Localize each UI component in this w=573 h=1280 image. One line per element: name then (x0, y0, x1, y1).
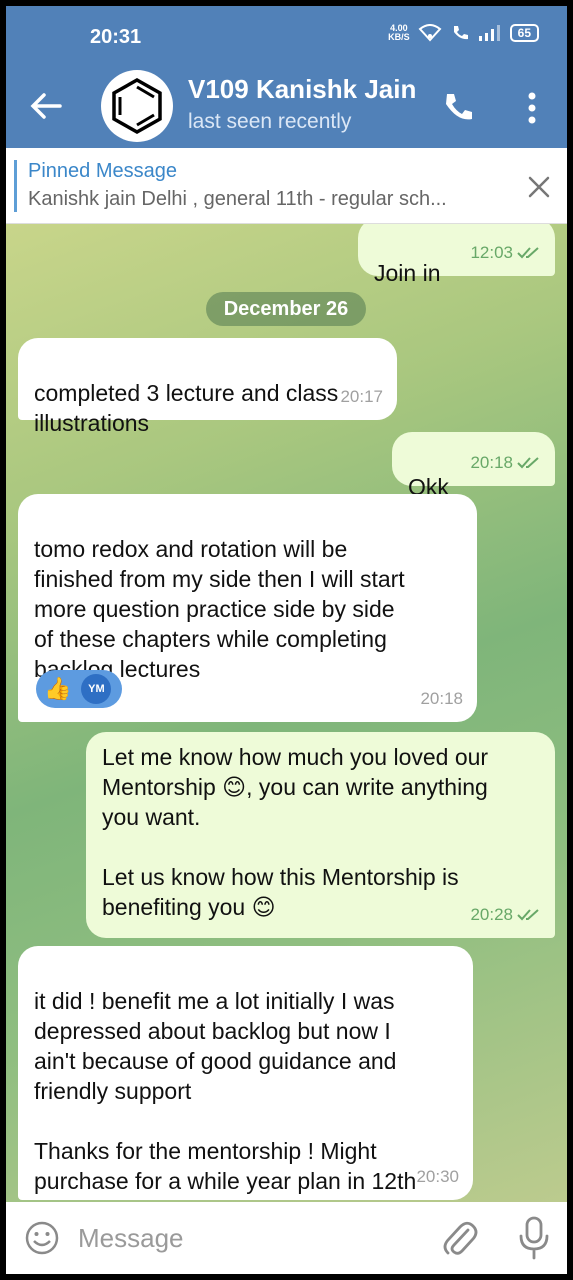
message-bubble-incoming[interactable]: tomo redox and rotation will be finished… (18, 494, 477, 722)
signal-icon (478, 25, 500, 41)
message-text: Let us know how this Mentorship is benef… (102, 864, 459, 920)
reaction-chip[interactable]: 👍 YM (36, 670, 122, 708)
avatar[interactable] (101, 70, 173, 142)
pinned-message-bar[interactable]: Pinned Message Kanishk jain Delhi , gene… (6, 148, 567, 224)
message-composer (6, 1202, 567, 1274)
benzene-logo-icon (112, 77, 162, 135)
double-check-icon (517, 909, 539, 921)
thumbs-up-icon: 👍 (44, 676, 72, 701)
double-check-icon (517, 247, 539, 259)
message-list[interactable]: Join in 12:03 December 26 completed 3 le… (6, 224, 567, 1202)
status-icons: 4.00 KB/S 65 (388, 24, 539, 42)
wifi-icon (418, 24, 442, 42)
smile-emoji-icon: 😊 (222, 774, 247, 800)
screen: 20:31 4.00 KB/S 65 V109 Kanishk Jain las… (6, 6, 567, 1274)
message-meta: 20:28 (470, 900, 541, 930)
message-time: 12:03 (470, 243, 513, 262)
message-bubble-outgoing[interactable]: Okk 20:18 (392, 432, 555, 500)
double-check-icon (517, 457, 539, 469)
message-time: 20:18 (470, 453, 513, 472)
message-meta: 20:17 (340, 382, 383, 412)
close-icon[interactable] (526, 174, 552, 200)
message-meta: 12:03 (470, 238, 541, 268)
message-time: 20:18 (420, 689, 463, 708)
emoji-icon[interactable] (24, 1220, 60, 1256)
message-meta: 20:18 (420, 684, 463, 714)
status-time: 20:31 (90, 26, 142, 48)
message-meta: 20:30 (416, 1162, 459, 1192)
back-arrow-icon[interactable] (26, 88, 66, 124)
message-time: 20:17 (340, 387, 383, 406)
volte-call-icon (453, 26, 468, 40)
net-speed-unit: KB/S (388, 32, 410, 42)
paperclip-icon[interactable] (440, 1218, 478, 1258)
last-seen-status: last seen recently (188, 110, 352, 133)
pinned-indicator (14, 160, 17, 212)
network-speed: 4.00 KB/S (388, 24, 410, 42)
battery-icon: 65 (509, 24, 539, 42)
message-time: 20:28 (470, 905, 513, 924)
pinned-title: Pinned Message (28, 160, 177, 182)
message-input[interactable] (78, 1220, 418, 1256)
chat-title[interactable]: V109 Kanishk Jain (188, 74, 424, 105)
chat-header: V109 Kanishk Jain last seen recently (6, 64, 567, 148)
phone-icon[interactable] (440, 90, 476, 126)
message-text: it did ! benefit me a lot initially I wa… (34, 988, 417, 1194)
status-bar: 20:31 4.00 KB/S 65 (6, 6, 567, 64)
message-bubble-outgoing[interactable]: Let me know how much you loved our Mento… (86, 732, 555, 938)
message-time: 20:30 (416, 1167, 459, 1186)
message-text: completed 3 lecture and class illustrati… (34, 380, 339, 436)
smile-emoji-icon: 😊 (251, 894, 276, 920)
reaction-user-avatar: YM (81, 674, 112, 704)
microphone-icon[interactable] (518, 1216, 550, 1260)
message-bubble-incoming[interactable]: completed 3 lecture and class illustrati… (18, 338, 397, 436)
message-bubble-outgoing[interactable]: Join in 12:03 (358, 224, 555, 286)
date-separator: December 26 (206, 292, 366, 326)
message-text: tomo redox and rotation will be finished… (34, 536, 405, 682)
message-bubble-incoming[interactable]: it did ! benefit me a lot initially I wa… (18, 946, 473, 1200)
message-text: Join in (374, 260, 441, 286)
pinned-text: Kanishk jain Delhi , general 11th - regu… (28, 188, 447, 210)
more-vertical-icon[interactable] (522, 90, 542, 126)
message-meta: 20:18 (470, 448, 541, 478)
